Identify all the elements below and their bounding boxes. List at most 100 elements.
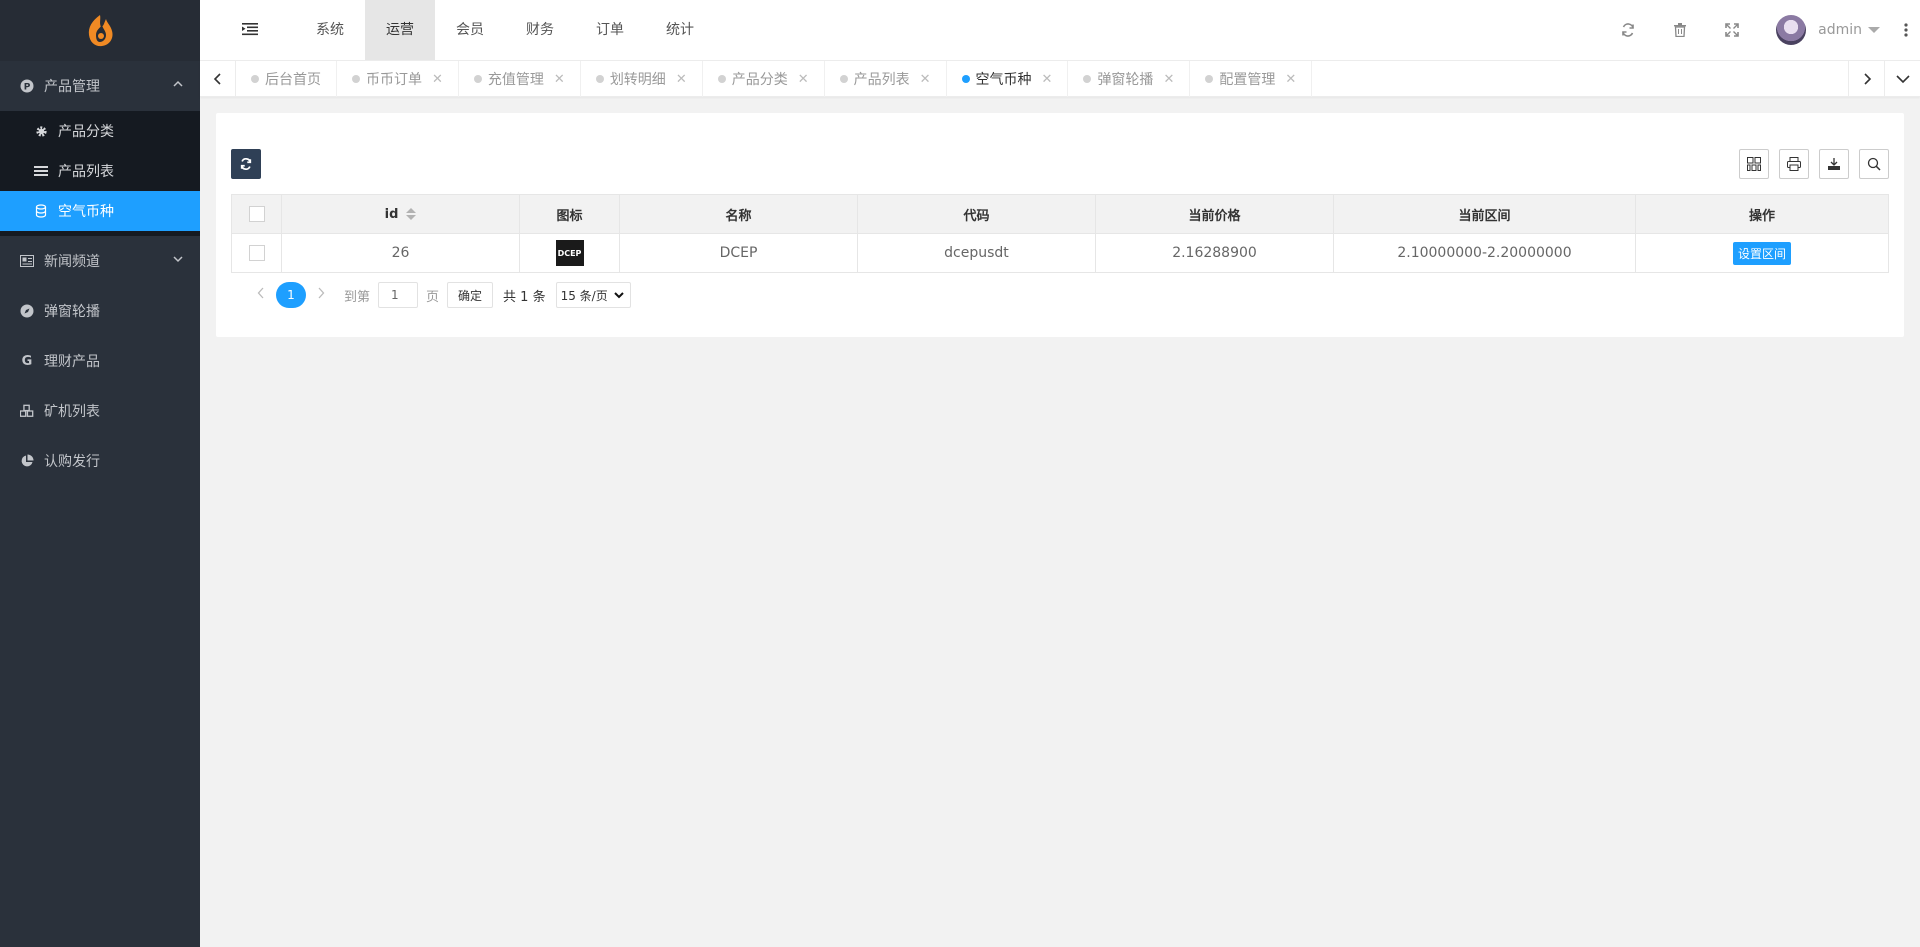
table-refresh-button[interactable] xyxy=(231,149,261,179)
row-select[interactable] xyxy=(231,233,282,273)
goto-page-input[interactable]: 1 xyxy=(378,282,419,308)
table-tools xyxy=(1739,149,1889,179)
nav-finance[interactable]: 财务 xyxy=(505,0,575,60)
close-icon[interactable]: ✕ xyxy=(1163,72,1174,87)
compass-icon xyxy=(20,304,34,318)
tab-dot xyxy=(251,75,259,83)
columns-filter-button[interactable] xyxy=(1739,149,1769,179)
trash-icon[interactable] xyxy=(1654,0,1706,60)
tab-dot xyxy=(595,75,604,83)
user-menu[interactable]: admin xyxy=(1758,0,1892,60)
tabs-scroll-right-icon[interactable] xyxy=(1848,61,1884,97)
sidebar-group-miner[interactable]: 矿机列表 xyxy=(0,386,200,436)
top-header: 系统 运营 会员 财务 订单 统计 admin xyxy=(200,0,1920,61)
close-icon[interactable]: ✕ xyxy=(432,72,443,87)
tab-label: 币币订单 xyxy=(366,72,422,88)
tab-dot xyxy=(961,75,970,83)
header-right: admin xyxy=(1602,0,1920,60)
flame-logo-icon xyxy=(88,14,113,46)
search-button[interactable] xyxy=(1859,149,1889,179)
prev-page-icon[interactable] xyxy=(246,287,276,303)
newspaper-icon xyxy=(20,254,34,268)
chevron-up-icon xyxy=(172,78,184,93)
sidebar-group-label: 理财产品 xyxy=(44,354,100,370)
nav-order[interactable]: 订单 xyxy=(575,0,645,60)
goto-label: 到第 xyxy=(344,289,371,305)
top-nav: 系统 运营 会员 财务 订单 统计 xyxy=(295,0,715,60)
search-icon xyxy=(1867,157,1881,171)
tab-dot xyxy=(352,75,360,83)
avatar xyxy=(1776,15,1807,45)
columns-icon xyxy=(1747,157,1761,171)
sidebar-group-popup[interactable]: 弹窗轮播 xyxy=(0,286,200,336)
tab-config[interactable]: 配置管理 ✕ xyxy=(1190,61,1313,97)
tab-label: 划转明细 xyxy=(609,72,666,88)
data-table: id 图标 名称 代码 当前价格 当前区间 操作 26 DCEP DCEP dc… xyxy=(231,194,1889,273)
tab-popup[interactable]: 弹窗轮播 ✕ xyxy=(1068,61,1191,97)
tab-home[interactable]: 后台首页 xyxy=(236,61,337,97)
sidebar-item-label: 产品分类 xyxy=(58,124,114,140)
sidebar-group-label: 弹窗轮播 xyxy=(44,304,100,320)
close-icon[interactable]: ✕ xyxy=(920,72,931,87)
more-vertical-icon[interactable] xyxy=(1892,0,1920,60)
sidebar-group-finance[interactable]: G 理财产品 xyxy=(0,336,200,386)
sidebar-group-subscribe[interactable]: 认购发行 xyxy=(0,436,200,486)
close-icon[interactable]: ✕ xyxy=(676,72,687,87)
nav-statistics[interactable]: 统计 xyxy=(645,0,715,60)
refresh-icon xyxy=(240,158,252,170)
header-price: 当前价格 xyxy=(1095,194,1334,234)
table-row: 26 DCEP DCEP dcepusdt 2.16288900 2.10000… xyxy=(231,233,1889,273)
close-icon[interactable]: ✕ xyxy=(798,72,809,87)
close-icon[interactable]: ✕ xyxy=(1042,72,1053,87)
export-icon xyxy=(1828,158,1840,170)
row-checkbox[interactable] xyxy=(248,245,265,261)
g-letter-icon: G xyxy=(21,353,33,369)
sidebar-group-news[interactable]: 新闻频道 xyxy=(0,236,200,286)
total-count: 共 1 条 xyxy=(503,289,546,305)
checkbox-select-all[interactable] xyxy=(248,206,265,222)
goto-confirm-button[interactable]: 确定 xyxy=(447,282,494,308)
next-page-icon[interactable] xyxy=(306,287,336,303)
tab-recharge[interactable]: 充值管理 ✕ xyxy=(459,61,581,97)
cell-range: 2.10000000-2.20000000 xyxy=(1333,233,1636,273)
tab-label: 产品列表 xyxy=(853,72,910,88)
sidebar-item-product-category[interactable]: 产品分类 xyxy=(0,111,200,151)
print-button[interactable] xyxy=(1779,149,1809,179)
sort-icon[interactable] xyxy=(406,208,417,220)
export-button[interactable] xyxy=(1819,149,1849,179)
current-page[interactable]: 1 xyxy=(276,282,306,308)
fullscreen-icon[interactable] xyxy=(1706,0,1758,60)
sidebar-item-product-list[interactable]: 产品列表 xyxy=(0,151,200,191)
per-page-select[interactable]: 15 条/页 xyxy=(555,282,631,308)
header-select-all[interactable] xyxy=(231,194,282,234)
tab-dot xyxy=(1083,75,1092,83)
logo[interactable] xyxy=(0,0,200,61)
tab-coin-order[interactable]: 币币订单 ✕ xyxy=(337,61,459,97)
content-card: id 图标 名称 代码 当前价格 当前区间 操作 26 DCEP DCEP dc… xyxy=(216,113,1904,337)
close-icon[interactable]: ✕ xyxy=(1285,72,1296,87)
sidebar-item-label: 空气币种 xyxy=(58,204,114,220)
tabs-menu-chevron-down-icon[interactable] xyxy=(1884,61,1920,97)
sidebar-group-product[interactable]: P 产品管理 xyxy=(0,61,200,111)
menu-toggle-icon[interactable] xyxy=(242,22,258,38)
tab-transfer[interactable]: 划转明细 ✕ xyxy=(581,61,703,97)
page-label: 页 xyxy=(426,289,440,305)
tab-product-category[interactable]: 产品分类 ✕ xyxy=(703,61,825,97)
nav-system[interactable]: 系统 xyxy=(295,0,365,60)
tabs-scroll-left-icon[interactable] xyxy=(200,61,236,97)
tab-label: 充值管理 xyxy=(487,72,544,88)
refresh-icon[interactable] xyxy=(1602,0,1654,60)
sidebar-group-label: 矿机列表 xyxy=(44,404,100,420)
tab-label: 空气币种 xyxy=(975,72,1032,88)
sidebar-item-air-coin[interactable]: 空气币种 xyxy=(0,191,200,231)
tab-product-list[interactable]: 产品列表 ✕ xyxy=(825,61,947,97)
nav-member[interactable]: 会员 xyxy=(435,0,505,60)
header-id[interactable]: id xyxy=(281,194,520,234)
nav-operation[interactable]: 运营 xyxy=(365,0,435,60)
header-icon: 图标 xyxy=(519,194,620,234)
sidebar-group-label: 产品管理 xyxy=(44,79,100,95)
tab-air-coin[interactable]: 空气币种 ✕ xyxy=(947,61,1069,97)
cell-code: dcepusdt xyxy=(857,233,1096,273)
close-icon[interactable]: ✕ xyxy=(554,72,565,87)
set-range-button[interactable]: 设置区间 xyxy=(1732,241,1791,265)
